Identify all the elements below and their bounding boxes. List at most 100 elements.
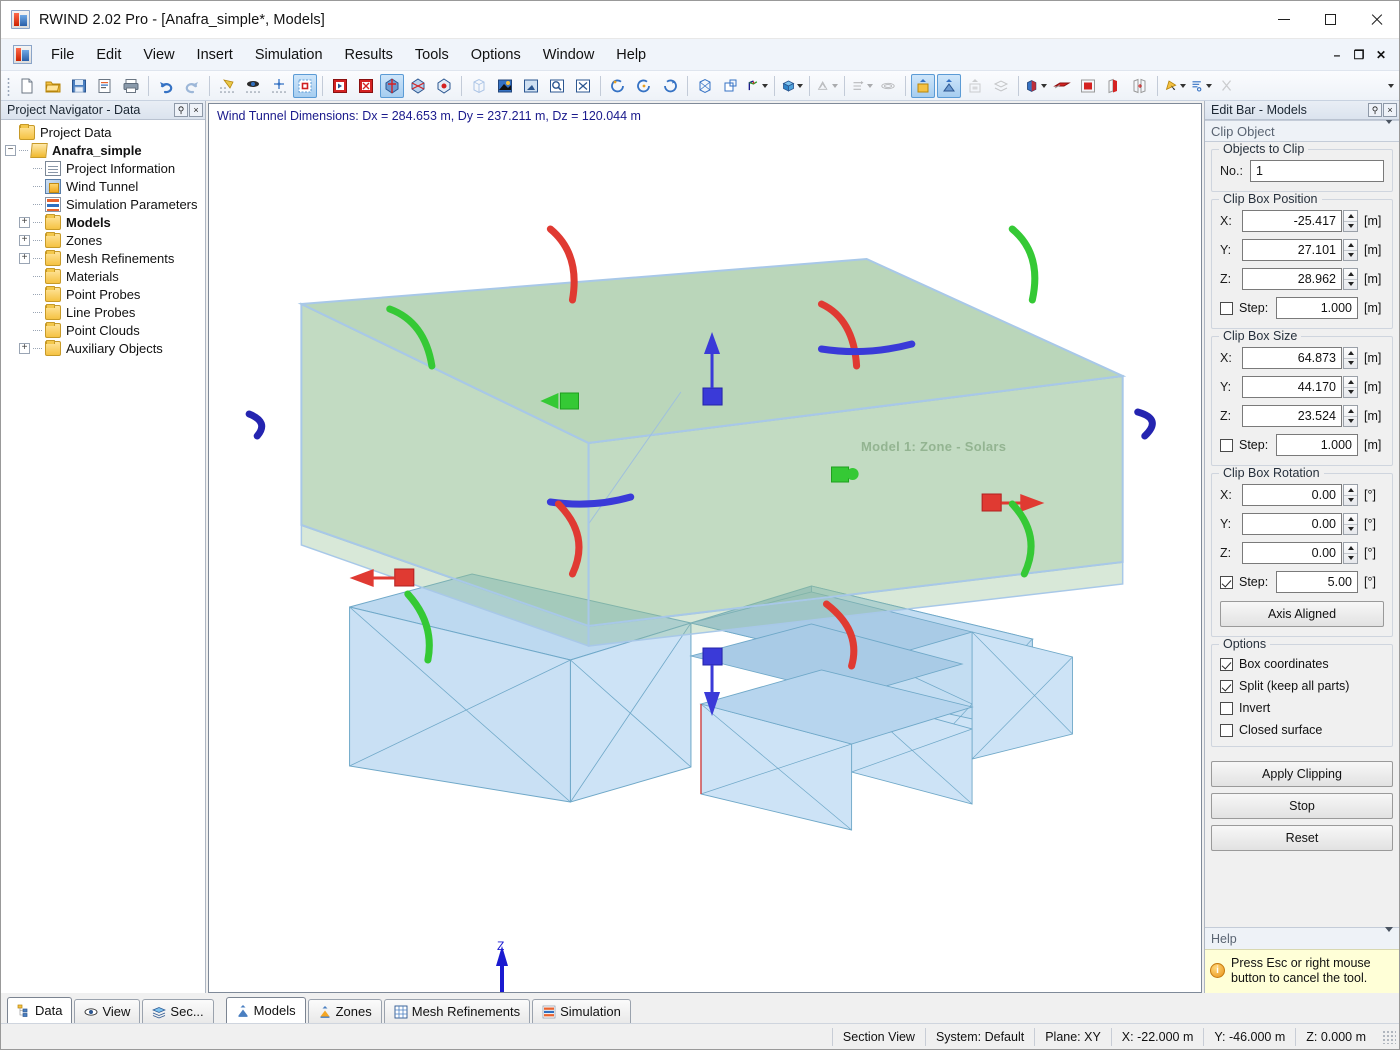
render-solid-icon[interactable] — [380, 74, 404, 98]
expand-expander[interactable]: + — [19, 217, 30, 228]
expand-expander[interactable]: + — [19, 253, 30, 264]
mdi-document-icon[interactable] — [13, 45, 32, 64]
toolbar-overflow-icon[interactable] — [1383, 84, 1397, 88]
show-models-icon[interactable] — [937, 74, 961, 98]
flow-dropdown-icon[interactable] — [850, 74, 874, 98]
expand-expander[interactable]: + — [19, 235, 30, 246]
box-coordinates-checkbox[interactable] — [1220, 658, 1233, 671]
menu-view[interactable]: View — [132, 42, 185, 68]
hatch-dropdown-icon[interactable] — [815, 74, 839, 98]
position-x-input[interactable]: -25.417 — [1242, 210, 1342, 232]
size-step-checkbox[interactable] — [1220, 439, 1233, 452]
menu-help[interactable]: Help — [605, 42, 657, 68]
tab-mesh-refinements[interactable]: Mesh Refinements — [384, 999, 530, 1023]
position-z-input[interactable]: 28.962 — [1242, 268, 1342, 290]
menu-insert[interactable]: Insert — [186, 42, 244, 68]
collapse-expander[interactable]: − — [5, 145, 16, 156]
tab-zones[interactable]: Zones — [308, 999, 382, 1023]
mdi-minimize-button[interactable]: – — [1327, 45, 1347, 65]
tree-item-point-probes[interactable]: Point Probes — [5, 285, 205, 303]
close-button[interactable] — [1353, 1, 1399, 38]
clip-plane-side-icon[interactable] — [1102, 74, 1126, 98]
position-y-stepper[interactable] — [1343, 239, 1358, 261]
resize-grip-icon[interactable] — [1382, 1030, 1396, 1044]
clip-box-dropdown-icon[interactable] — [1024, 74, 1048, 98]
help-header[interactable]: Help — [1205, 928, 1399, 949]
wireframe-cube-icon[interactable] — [693, 74, 717, 98]
chevron-down-icon[interactable] — [1385, 927, 1393, 946]
menu-edit[interactable]: Edit — [85, 42, 132, 68]
tree-item-project-information[interactable]: Project Information — [5, 159, 205, 177]
show-model-icon[interactable] — [328, 74, 352, 98]
menu-results[interactable]: Results — [334, 42, 404, 68]
undo-icon[interactable] — [154, 74, 178, 98]
expand-expander[interactable]: + — [19, 343, 30, 354]
position-step-checkbox[interactable] — [1220, 302, 1233, 315]
grid-points-icon[interactable] — [267, 74, 291, 98]
stop-button[interactable]: Stop — [1211, 793, 1393, 819]
rotation-y-input[interactable]: 0.00 — [1242, 513, 1342, 535]
size-z-input[interactable]: 23.524 — [1242, 405, 1342, 427]
position-step-input[interactable]: 1.000 — [1276, 297, 1358, 319]
tree-item-line-probes[interactable]: Line Probes — [5, 303, 205, 321]
tab-models[interactable]: Models — [226, 997, 306, 1023]
tree-item-anafra-simple[interactable]: − Anafra_simple — [5, 141, 205, 159]
snap-grid-icon[interactable] — [215, 74, 239, 98]
close-icon[interactable]: × — [1383, 103, 1397, 117]
invert-checkbox[interactable] — [1220, 702, 1233, 715]
apply-clipping-button[interactable]: Apply Clipping — [1211, 761, 1393, 787]
rotate-center-icon[interactable] — [632, 74, 656, 98]
menu-tools[interactable]: Tools — [404, 42, 460, 68]
clip-plane-front-icon[interactable] — [1076, 74, 1100, 98]
show-zones-icon[interactable] — [911, 74, 935, 98]
print-preview-icon[interactable] — [93, 74, 117, 98]
render-shaded-icon[interactable] — [432, 74, 456, 98]
tree-item-wind-tunnel[interactable]: Wind Tunnel — [5, 177, 205, 195]
color-view-icon[interactable] — [493, 74, 517, 98]
maximize-button[interactable] — [1307, 1, 1353, 38]
minimize-button[interactable] — [1261, 1, 1307, 38]
zoom-window-icon[interactable] — [519, 74, 543, 98]
tree-item-point-clouds[interactable]: Point Clouds — [5, 321, 205, 339]
tree-item-simulation-parameters[interactable]: Simulation Parameters — [5, 195, 205, 213]
reset-button[interactable]: Reset — [1211, 825, 1393, 851]
cut-tool-icon[interactable] — [1215, 74, 1239, 98]
print-icon[interactable] — [119, 74, 143, 98]
rotation-y-stepper[interactable] — [1343, 513, 1358, 535]
size-step-input[interactable]: 1.000 — [1276, 434, 1358, 456]
rotation-step-checkbox[interactable] — [1220, 576, 1233, 589]
toolbar-grip[interactable] — [5, 76, 12, 96]
isometric-view-icon[interactable] — [467, 74, 491, 98]
axis-aligned-button[interactable]: Axis Aligned — [1220, 601, 1384, 627]
menu-simulation[interactable]: Simulation — [244, 42, 334, 68]
axis-dropdown-icon[interactable] — [745, 74, 769, 98]
tab-data[interactable]: Data — [7, 997, 72, 1023]
rotation-z-stepper[interactable] — [1343, 542, 1358, 564]
tab-view[interactable]: View — [74, 999, 140, 1023]
closed-surface-checkbox[interactable] — [1220, 724, 1233, 737]
tab-sections[interactable]: Sec... — [142, 999, 213, 1023]
clip-object-section-header[interactable]: Clip Object — [1205, 120, 1399, 142]
menu-options[interactable]: Options — [460, 42, 532, 68]
solid-cube-dropdown-icon[interactable] — [780, 74, 804, 98]
size-x-stepper[interactable] — [1343, 347, 1358, 369]
tab-simulation[interactable]: Simulation — [532, 999, 631, 1023]
chevron-down-icon[interactable] — [1385, 120, 1393, 139]
streamlines-icon[interactable] — [876, 74, 900, 98]
position-x-stepper[interactable] — [1343, 210, 1358, 232]
new-file-icon[interactable] — [15, 74, 39, 98]
position-y-input[interactable]: 27.101 — [1242, 239, 1342, 261]
size-y-input[interactable]: 44.170 — [1242, 376, 1342, 398]
object-snap-icon[interactable] — [241, 74, 265, 98]
tree-item-zones[interactable]: + Zones — [5, 231, 205, 249]
pin-icon[interactable]: ⚲ — [1368, 103, 1382, 117]
rotation-x-stepper[interactable] — [1343, 484, 1358, 506]
close-icon[interactable]: × — [189, 103, 203, 117]
3d-viewport[interactable]: Wind Tunnel Dimensions: Dx = 284.653 m, … — [208, 103, 1202, 993]
save-icon[interactable] — [67, 74, 91, 98]
menu-file[interactable]: File — [40, 42, 85, 68]
move-object-icon[interactable] — [719, 74, 743, 98]
rotation-step-input[interactable]: 5.00 — [1276, 571, 1358, 593]
pin-icon[interactable]: ⚲ — [174, 103, 188, 117]
hide-model-icon[interactable] — [354, 74, 378, 98]
